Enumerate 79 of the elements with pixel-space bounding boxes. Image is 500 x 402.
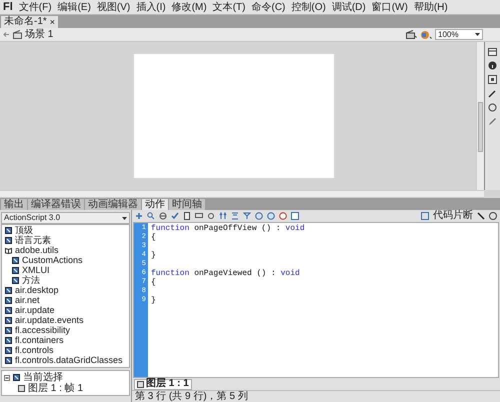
menu-item[interactable]: 修改(M) [168, 0, 210, 14]
scene-label: 场景 1 [25, 28, 54, 40]
book-icon [5, 296, 12, 304]
book-icon [5, 316, 12, 324]
panel-icon[interactable] [488, 48, 497, 56]
toolbox-item[interactable]: fl.controls [15, 345, 54, 355]
shapes-icon[interactable] [420, 30, 432, 40]
dropdown-arrow-icon [122, 216, 127, 220]
panel-tab[interactable]: 动画编辑器 [85, 199, 141, 210]
book-icon [5, 326, 12, 334]
toolbox-item[interactable]: air.desktop [15, 285, 59, 295]
book-icon [5, 336, 12, 344]
book-icon [5, 286, 12, 294]
search-icon[interactable] [147, 212, 155, 220]
toolbox-item[interactable]: 顶级 [15, 225, 33, 235]
toolbox-item[interactable]: fl.accessibility [15, 325, 70, 335]
book-icon [5, 306, 12, 314]
menu-item[interactable]: 帮助(H) [410, 0, 451, 14]
check-icon[interactable] [171, 212, 179, 220]
toolbox-item[interactable]: 方法 [22, 275, 40, 285]
menu-item[interactable]: 窗口(W) [368, 0, 411, 14]
book-icon [13, 374, 20, 381]
menu-item[interactable]: 编辑(E) [54, 0, 94, 14]
book-icon [12, 256, 19, 264]
menu-item[interactable]: 调试(D) [328, 0, 369, 14]
toolbox-item[interactable]: fl.controls.dataGridClasses [15, 355, 123, 365]
toolbox-item[interactable]: 语言元素 [15, 235, 51, 245]
menu-item[interactable]: 文本(T) [210, 0, 248, 14]
vertical-scrollbar[interactable] [476, 42, 484, 190]
book-icon [12, 276, 19, 284]
panel-tab[interactable]: 动作 [142, 199, 168, 210]
book-icon [5, 226, 12, 234]
book-icon [5, 346, 12, 354]
language-dropdown[interactable]: ActionScript 3.0 [1, 212, 130, 224]
zoom-dropdown[interactable]: 100% [435, 29, 483, 40]
status-text: 第 3 行 (共 9 行)，第 5 列 [135, 391, 248, 402]
document-icon[interactable] [183, 212, 191, 220]
menu-item[interactable]: 插入(I) [133, 0, 169, 14]
book-icon [5, 236, 12, 244]
script-icon [137, 380, 144, 388]
clapper-icon[interactable] [406, 30, 417, 39]
horizontal-scrollbar[interactable] [0, 190, 484, 198]
app-logo: Fl [2, 0, 14, 14]
menu-item[interactable]: 视图(V) [94, 0, 134, 14]
code-snippets-button[interactable]: 代码片断 [433, 210, 473, 222]
book-icon [5, 356, 12, 364]
document-tab[interactable]: 未命名-1* × [1, 16, 58, 28]
code-line: function onPageOffView () : void [151, 224, 305, 233]
snippet-icon[interactable] [421, 212, 429, 220]
menu-item[interactable]: 控制(O) [288, 0, 329, 14]
plus-icon[interactable] [135, 212, 143, 220]
code-line: } [151, 296, 156, 305]
toolbox-item[interactable]: air.update [15, 305, 55, 315]
scroll-thumb[interactable] [478, 102, 483, 152]
menu-item[interactable]: 命令(C) [248, 0, 288, 14]
tree-item[interactable]: 图层 1 : 帧 1 [28, 383, 84, 394]
open-book-icon [5, 246, 12, 254]
tree-item[interactable]: 当前选择 [23, 372, 63, 383]
script-icon [18, 385, 25, 392]
dropdown-arrow-icon [475, 33, 480, 36]
toolbox-item[interactable]: CustomActions [22, 255, 83, 265]
code-line: { [151, 233, 156, 242]
toolbox-item[interactable]: fl.containers [15, 335, 64, 345]
info-icon[interactable] [488, 61, 497, 70]
script-tab[interactable]: 图层 1 : 1 [134, 378, 192, 390]
code-line: { [151, 278, 156, 287]
panel-tab[interactable]: 输出 [1, 199, 27, 210]
panel-tab[interactable]: 时间轴 [169, 199, 205, 210]
toolbox-item[interactable]: XMLUI [22, 265, 50, 275]
menu-item[interactable]: 文件(F) [16, 0, 55, 14]
book-icon [12, 266, 19, 274]
code-line: function onPageViewed () : void [151, 269, 300, 278]
toolbox-item[interactable]: adobe.utils [15, 245, 59, 255]
panel-tab[interactable]: 编译器错误 [28, 199, 84, 210]
code-line: } [151, 251, 156, 260]
back-arrow-icon[interactable] [3, 31, 10, 38]
toolbox-item[interactable]: air.update.events [15, 315, 84, 325]
close-icon[interactable]: × [50, 17, 56, 27]
toolbox-item[interactable]: air.net [15, 295, 40, 305]
